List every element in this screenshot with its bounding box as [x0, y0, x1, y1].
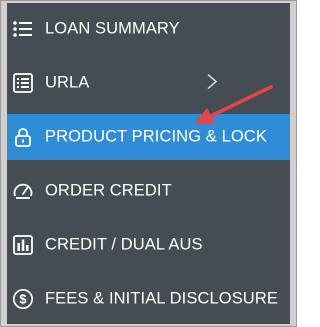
sidebar-menu: LOAN SUMMARY URLA PRODUCT PRICING & LOCK…	[7, 3, 290, 324]
menu-item-loan-summary[interactable]: LOAN SUMMARY	[7, 6, 290, 52]
menu-item-order-credit[interactable]: ORDER CREDIT	[7, 168, 290, 214]
list-icon	[12, 18, 34, 40]
menu-item-label: FEES & INITIAL DISCLOSURE	[45, 289, 278, 308]
menu-item-fees-initial-disclosure[interactable]: $ FEES & INITIAL DISCLOSURE	[7, 276, 290, 322]
menu-item-urla[interactable]: URLA	[7, 60, 290, 106]
chevron-right-icon[interactable]	[205, 73, 219, 91]
menu-item-label: URLA	[45, 73, 90, 92]
lock-icon	[12, 126, 34, 148]
svg-text:$: $	[19, 292, 26, 307]
screenshot-frame: LOAN SUMMARY URLA PRODUCT PRICING & LOCK…	[0, 0, 297, 327]
gauge-icon	[12, 180, 34, 202]
menu-item-label: PRODUCT PRICING & LOCK	[45, 127, 267, 146]
menu-item-label: CREDIT / DUAL AUS	[45, 235, 203, 254]
menu-item-label: ORDER CREDIT	[45, 181, 172, 200]
bar-chart-icon	[12, 234, 34, 256]
dollar-icon: $	[12, 288, 34, 310]
menu-item-product-pricing-lock[interactable]: PRODUCT PRICING & LOCK	[7, 114, 290, 160]
menu-item-label: LOAN SUMMARY	[45, 19, 180, 38]
form-icon	[12, 72, 34, 94]
menu-item-credit-dual-aus[interactable]: CREDIT / DUAL AUS	[7, 222, 290, 268]
